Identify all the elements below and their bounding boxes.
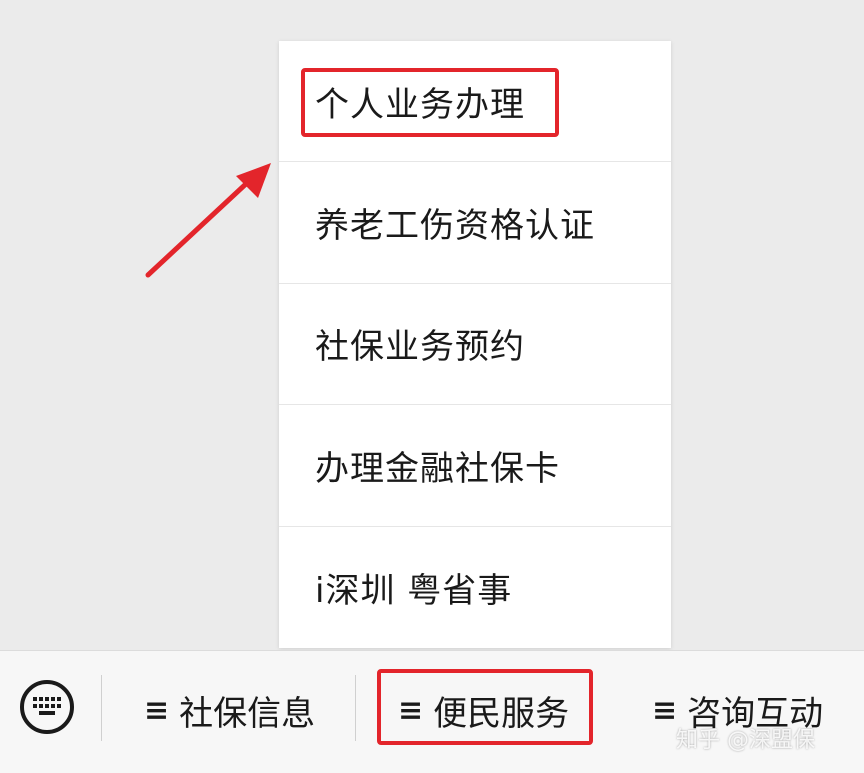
divider <box>355 675 356 741</box>
tab-label: 社保信息 <box>179 693 316 734</box>
menu-item-personal-business[interactable]: 个人业务办理 <box>279 41 671 163</box>
menu-item-label: 社保业务预约 <box>315 327 525 368</box>
keyboard-toggle-button[interactable] <box>20 680 74 734</box>
tab-social-security-info[interactable]: ≡ 社保信息 <box>144 685 315 735</box>
tab-label: 便民服务 <box>433 693 570 734</box>
menu-item-ishenzhen-yueshengshi[interactable]: i深圳 粤省事 <box>279 527 671 648</box>
tab-convenience-services[interactable]: ≡ 便民服务 <box>398 685 569 735</box>
menu-item-label: i深圳 粤省事 <box>315 570 513 611</box>
menu-item-label: 个人业务办理 <box>315 84 525 125</box>
menu-icon: ≡ <box>652 692 678 728</box>
menu-item-pension-injury-certification[interactable]: 养老工伤资格认证 <box>279 162 671 284</box>
watermark: 知乎 @深盟保 <box>676 728 815 753</box>
menu-item-label: 养老工伤资格认证 <box>315 206 595 247</box>
menu-icon: ≡ <box>398 692 424 728</box>
menu-icon: ≡ <box>144 692 170 728</box>
menu-item-label: 办理金融社保卡 <box>315 448 560 489</box>
bottom-menu-bar: ≡ 社保信息 ≡ 便民服务 ≡ 咨询互动 <box>0 650 864 773</box>
menu-item-financial-social-security-card[interactable]: 办理金融社保卡 <box>279 405 671 527</box>
menu-item-social-security-appointment[interactable]: 社保业务预约 <box>279 284 671 406</box>
keyboard-icon <box>33 697 61 715</box>
service-popup-menu: 个人业务办理 养老工伤资格认证 社保业务预约 办理金融社保卡 i深圳 粤省事 <box>279 41 671 648</box>
divider <box>101 675 102 741</box>
